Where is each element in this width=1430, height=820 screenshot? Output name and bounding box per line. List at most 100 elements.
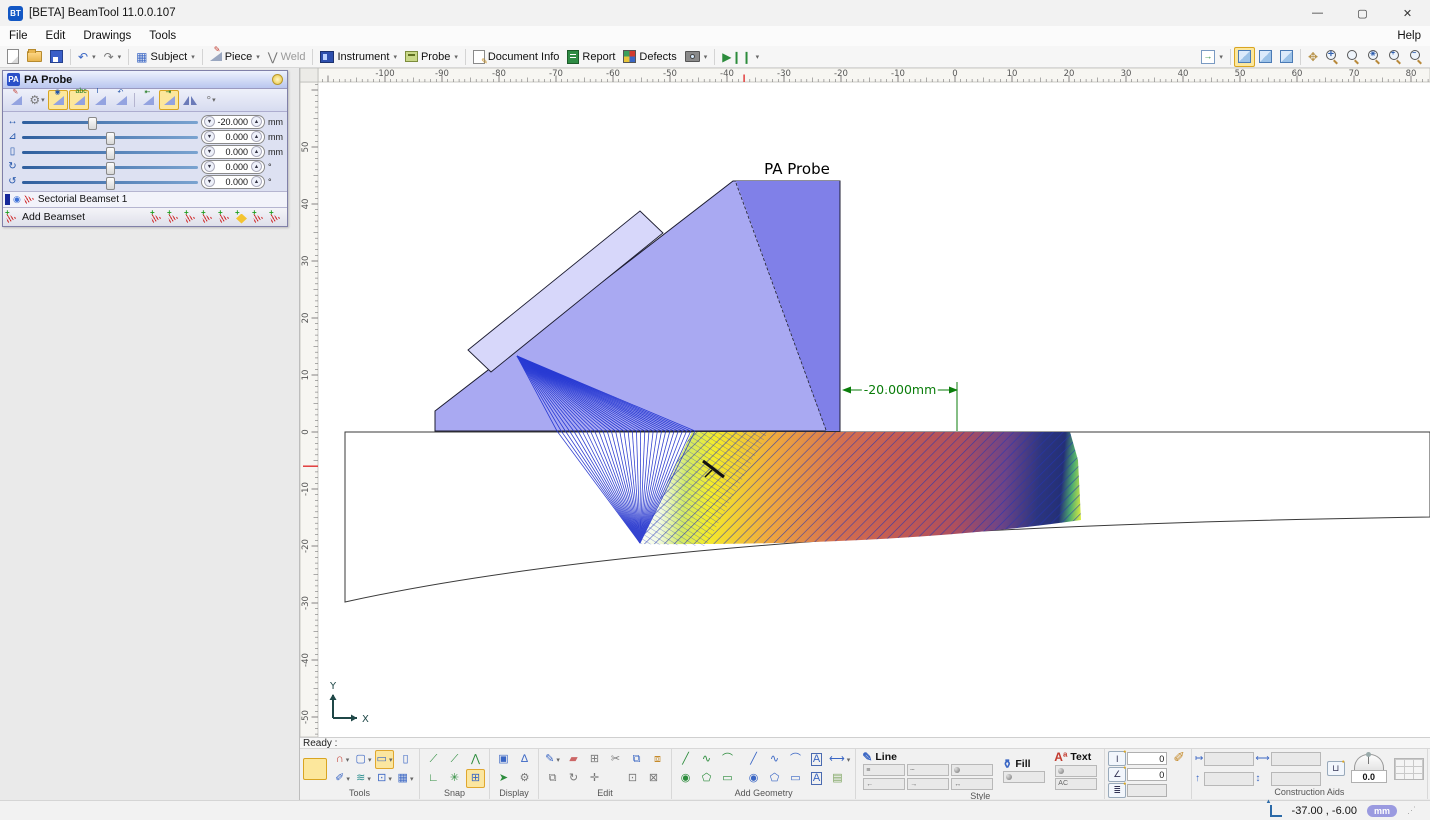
select-tool-button[interactable] <box>303 758 327 780</box>
add-focal-law-beamset-button[interactable] <box>236 211 250 224</box>
add-beamset-label[interactable]: Add Beamset <box>22 211 85 223</box>
toggle-probe-visibility-button[interactable]: ◉ <box>48 90 68 110</box>
add-polyline-button[interactable]: ∿ <box>765 750 784 769</box>
zoom-out-button[interactable]: − <box>1406 47 1427 67</box>
view-3d-wire-button[interactable] <box>1276 47 1297 67</box>
probe-forward-offset-slider-thumb[interactable] <box>106 132 115 145</box>
spinner-up-icon[interactable]: ▲ <box>251 146 262 157</box>
add-text-area-button[interactable]: A <box>807 750 826 769</box>
export-view-button[interactable]: ▾ <box>1197 47 1227 67</box>
line-weight-well[interactable]: ≡ <box>863 764 905 776</box>
angle-dial[interactable] <box>1354 754 1384 770</box>
probe-skew-slider-thumb[interactable] <box>106 177 115 190</box>
probe-rotation-slider[interactable] <box>22 161 198 173</box>
probe-index-offset-spinner[interactable]: ▼-20.000▲ <box>201 115 265 129</box>
report-button[interactable]: Report <box>563 47 619 67</box>
add-skewed-beamset-button[interactable] <box>219 211 233 224</box>
add-construction-rectangle-button[interactable]: ▭ <box>718 769 737 788</box>
toggle-probe-dimensions-button[interactable]: I <box>90 90 110 110</box>
display-settings-button[interactable]: ⚙ <box>515 769 534 788</box>
redo-button[interactable]: ↷▾ <box>100 47 126 67</box>
flip-probe-button[interactable]: ↶ <box>111 90 131 110</box>
drawing-canvas[interactable]: -20.000mm PA Probe -100-90-80-70-60-50-4… <box>300 68 1430 737</box>
minimize-button[interactable]: — <box>1295 0 1340 26</box>
selection-mode-button[interactable]: ⊡▾ <box>375 769 394 788</box>
probe-skew-value[interactable]: 0.000 <box>215 177 251 187</box>
line-color-well[interactable] <box>951 764 993 776</box>
horizontal-offset-field[interactable] <box>1204 752 1254 766</box>
spinner-up-icon[interactable]: ▲ <box>251 176 262 187</box>
arrow-end-well[interactable]: → <box>907 778 949 790</box>
list-lock-field[interactable] <box>1127 784 1167 797</box>
add-linear-beamset-button[interactable] <box>151 211 165 224</box>
add-dense-sectorial-beamset-button[interactable] <box>168 211 182 224</box>
menu-drawings[interactable]: Drawings <box>74 30 140 42</box>
arrow-both-well[interactable]: ↔ <box>951 778 993 790</box>
close-button[interactable]: ✕ <box>1385 0 1430 26</box>
add-polygon-button[interactable]: ⬠ <box>765 769 784 788</box>
add-sectorial-beamset-button[interactable] <box>185 211 199 224</box>
open-button[interactable] <box>23 47 46 67</box>
maximize-button[interactable]: ▢ <box>1340 0 1385 26</box>
document-info-button[interactable]: Document Info <box>469 47 564 67</box>
measurement-tool-button[interactable]: ▭▾ <box>375 750 394 769</box>
add-circle-button[interactable]: ◉ <box>744 769 763 788</box>
defects-button[interactable]: Defects <box>619 47 680 67</box>
add-rectangle-button[interactable]: ▭ <box>786 769 805 788</box>
width-field[interactable] <box>1271 752 1321 766</box>
group-button[interactable]: ⊡ <box>623 769 642 788</box>
add-dimension-button[interactable]: ⟷▾ <box>828 750 851 769</box>
beamset-color-swatch[interactable] <box>5 194 10 205</box>
add-arc-button[interactable]: ⌒ <box>786 750 805 769</box>
spinner-down-icon[interactable]: ▼ <box>204 161 215 172</box>
format-painter-button[interactable]: ✎▾ <box>543 750 562 769</box>
exit-point-left-button[interactable]: ⇤ <box>138 90 158 110</box>
layers-button[interactable]: ≋▾ <box>354 769 373 788</box>
spinner-down-icon[interactable]: ▼ <box>204 131 215 142</box>
snap-endpoint-button[interactable]: ⟋ <box>424 750 443 769</box>
copy-button[interactable]: ⧉ <box>627 750 646 769</box>
angle-dial-field[interactable]: 0.0 <box>1351 770 1387 783</box>
probe-rotation-slider-thumb[interactable] <box>106 162 115 175</box>
add-construction-circle-button[interactable]: ◉ <box>676 769 695 788</box>
magnet-tool-button[interactable]: ∩▾ <box>333 750 352 769</box>
probe-rotation-value[interactable]: 0.000 <box>215 162 251 172</box>
mirror-probe-button[interactable] <box>180 90 200 110</box>
probe-height-offset-slider-thumb[interactable] <box>106 147 115 160</box>
view-3d-solid-button[interactable] <box>1234 47 1255 67</box>
erase-button[interactable]: ▰ <box>564 750 583 769</box>
toggle-probe-labels-button[interactable]: abc <box>69 90 89 110</box>
snap-midpoint-button[interactable]: ⟋ <box>445 750 464 769</box>
spinner-down-icon[interactable]: ▼ <box>204 146 215 157</box>
menu-file[interactable]: File <box>0 30 37 42</box>
spinner-up-icon[interactable]: ▲ <box>251 161 262 172</box>
paste-button[interactable]: ⧈ <box>648 750 667 769</box>
probe-height-offset-spinner[interactable]: ▼0.000▲ <box>201 145 265 159</box>
probe-forward-offset-value[interactable]: 0.000 <box>215 132 251 142</box>
add-construction-line-button[interactable]: ╱ <box>676 750 695 769</box>
probe-height-offset-slider[interactable] <box>22 146 198 158</box>
add-construction-polygon-button[interactable]: ⬠ <box>697 769 716 788</box>
view-3d-top-button[interactable] <box>1255 47 1276 67</box>
beamset-visibility-icon[interactable]: ◉ <box>13 194 21 205</box>
text-case-well[interactable]: AC <box>1055 778 1097 790</box>
probe-settings-button[interactable]: ⚙▾ <box>27 90 47 110</box>
display-angles-button[interactable]: ∆ <box>515 750 534 769</box>
settings-tool-button[interactable]: ✐▾ <box>333 769 352 788</box>
add-tfm-beamset-button[interactable] <box>253 211 267 224</box>
spinner-down-icon[interactable]: ▼ <box>204 116 215 127</box>
snap-intersection-button[interactable]: ⋀ <box>466 750 485 769</box>
undo-button[interactable]: ↶▾ <box>74 47 100 67</box>
add-line-button[interactable]: ╱ <box>744 750 763 769</box>
height-lock-button[interactable]: I <box>1108 751 1126 766</box>
grid-widget[interactable] <box>1394 758 1424 780</box>
probe-rotation-spinner[interactable]: ▼0.000▲ <box>201 160 265 174</box>
add-compound-beamset-button[interactable] <box>202 211 216 224</box>
beamset-row[interactable]: ◉ Sectorial Beamset 1 <box>3 191 287 207</box>
units-badge[interactable]: mm <box>1367 805 1397 817</box>
height-lock-field[interactable]: 0 <box>1127 752 1167 765</box>
list-lock-button[interactable]: ≣ <box>1108 783 1126 798</box>
probe-forward-offset-spinner[interactable]: ▼0.000▲ <box>201 130 265 144</box>
edit-probe-button[interactable]: ✎ <box>6 90 26 110</box>
arrow-start-well[interactable]: ← <box>863 778 905 790</box>
